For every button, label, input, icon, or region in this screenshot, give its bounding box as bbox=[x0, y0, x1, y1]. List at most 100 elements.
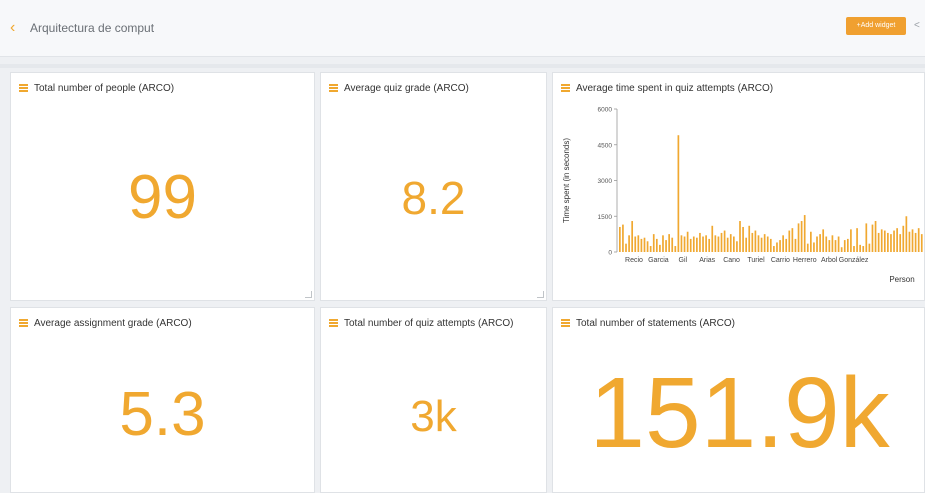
widget-title: Total number of people (ARCO) bbox=[34, 82, 175, 94]
time-spent-bar-chart: 0 1500 3000 4500 6000 Time spent (in seconds)… bbox=[562, 107, 923, 284]
bar bbox=[831, 235, 834, 252]
x-tick-label: Cano bbox=[723, 257, 740, 264]
bar bbox=[797, 223, 800, 252]
bar bbox=[800, 221, 803, 252]
add-widget-button[interactable]: +Add widget bbox=[846, 17, 906, 35]
widget-average-assignment-grade: Average assignment grade (ARCO) 5.3 bbox=[10, 307, 315, 493]
bar bbox=[705, 235, 707, 252]
widget-average-quiz-grade: Average quiz grade (ARCO) 8.2 bbox=[320, 72, 547, 301]
metric-value: 3k bbox=[410, 392, 457, 441]
widget-total-people: Total number of people (ARCO) 99 bbox=[10, 72, 315, 301]
bar bbox=[843, 240, 846, 252]
bar bbox=[862, 246, 865, 252]
bar bbox=[631, 221, 634, 252]
bar bbox=[871, 224, 874, 252]
bar bbox=[732, 236, 735, 252]
menu-icon[interactable] bbox=[19, 84, 28, 92]
bar bbox=[652, 234, 655, 252]
widget-header: Average time spent in quiz attempts (ARC… bbox=[561, 81, 773, 95]
resize-handle-icon[interactable] bbox=[537, 291, 544, 298]
widget-title: Total number of statements (ARCO) bbox=[576, 317, 735, 329]
bar bbox=[865, 223, 868, 252]
bar bbox=[751, 232, 754, 252]
metric-value: 5.3 bbox=[119, 380, 206, 449]
widget-total-quiz-attempts: Total number of quiz attempts (ARCO) 3k bbox=[320, 307, 547, 493]
bar bbox=[846, 238, 849, 252]
x-tick-label: Turiel bbox=[747, 257, 765, 264]
menu-icon[interactable] bbox=[329, 319, 338, 327]
bar bbox=[813, 242, 815, 252]
bar bbox=[683, 236, 686, 252]
bar bbox=[686, 231, 689, 252]
bar bbox=[757, 235, 760, 252]
widget-header: Total number of quiz attempts (ARCO) bbox=[329, 316, 514, 330]
bar bbox=[828, 240, 831, 252]
x-tick-label: Arbol bbox=[821, 257, 838, 264]
bar bbox=[779, 240, 781, 252]
bar bbox=[785, 238, 788, 252]
menu-icon[interactable] bbox=[561, 319, 570, 327]
bar bbox=[655, 238, 658, 252]
x-tick-label: Garcia bbox=[648, 257, 669, 264]
bar bbox=[840, 247, 843, 252]
bar bbox=[810, 231, 812, 252]
bar bbox=[890, 234, 892, 252]
bar bbox=[834, 240, 837, 252]
bar bbox=[674, 246, 677, 252]
bar bbox=[905, 216, 908, 252]
y-tick-label: 3000 bbox=[598, 178, 613, 185]
bar bbox=[917, 228, 920, 252]
bar bbox=[754, 230, 757, 252]
bar bbox=[794, 238, 797, 252]
share-icon[interactable]: < bbox=[914, 19, 924, 33]
bar bbox=[819, 234, 821, 252]
bar bbox=[720, 232, 723, 252]
x-axis-label: Person bbox=[889, 275, 914, 284]
bar bbox=[677, 135, 680, 252]
bar bbox=[859, 244, 861, 252]
menu-icon[interactable] bbox=[329, 84, 338, 92]
y-tick-label: 1500 bbox=[598, 214, 613, 221]
bar bbox=[896, 228, 898, 252]
bar bbox=[856, 228, 858, 252]
bar bbox=[646, 241, 649, 252]
bar bbox=[850, 229, 852, 252]
chevron-left-icon[interactable]: ‹ bbox=[10, 20, 24, 36]
menu-icon[interactable] bbox=[19, 319, 28, 327]
bar bbox=[668, 234, 670, 252]
bar bbox=[887, 232, 889, 252]
widget-title: Average time spent in quiz attempts (ARC… bbox=[576, 82, 774, 94]
bar bbox=[893, 230, 895, 252]
bar bbox=[748, 225, 751, 252]
x-tick-label: Recio bbox=[625, 257, 643, 264]
bar bbox=[708, 238, 711, 252]
bar bbox=[877, 232, 880, 252]
x-tick-label: Herrero bbox=[793, 257, 817, 264]
bar bbox=[742, 226, 744, 252]
x-tick-label: Arias bbox=[699, 257, 715, 264]
bar bbox=[911, 229, 914, 252]
bar bbox=[702, 236, 704, 252]
bar bbox=[776, 242, 778, 252]
bar bbox=[773, 246, 775, 252]
y-tick-label: 4500 bbox=[598, 142, 613, 149]
bar bbox=[689, 238, 692, 252]
toolbar-divider bbox=[0, 64, 925, 68]
bar bbox=[837, 236, 840, 252]
y-axis-label: Time spent (in seconds) bbox=[562, 138, 571, 223]
bar bbox=[662, 235, 664, 252]
bar bbox=[634, 236, 637, 252]
bar bbox=[899, 234, 902, 252]
resize-handle-icon[interactable] bbox=[305, 291, 312, 298]
metric-value: 99 bbox=[128, 163, 197, 232]
bar bbox=[825, 236, 828, 252]
bar bbox=[739, 221, 741, 252]
bar bbox=[714, 235, 717, 252]
menu-icon[interactable] bbox=[561, 84, 570, 92]
bar bbox=[671, 237, 674, 252]
bar bbox=[883, 230, 886, 252]
bar bbox=[711, 225, 714, 252]
x-tick-label: Carrio bbox=[771, 257, 790, 264]
bar bbox=[763, 234, 766, 252]
bar bbox=[803, 215, 806, 252]
